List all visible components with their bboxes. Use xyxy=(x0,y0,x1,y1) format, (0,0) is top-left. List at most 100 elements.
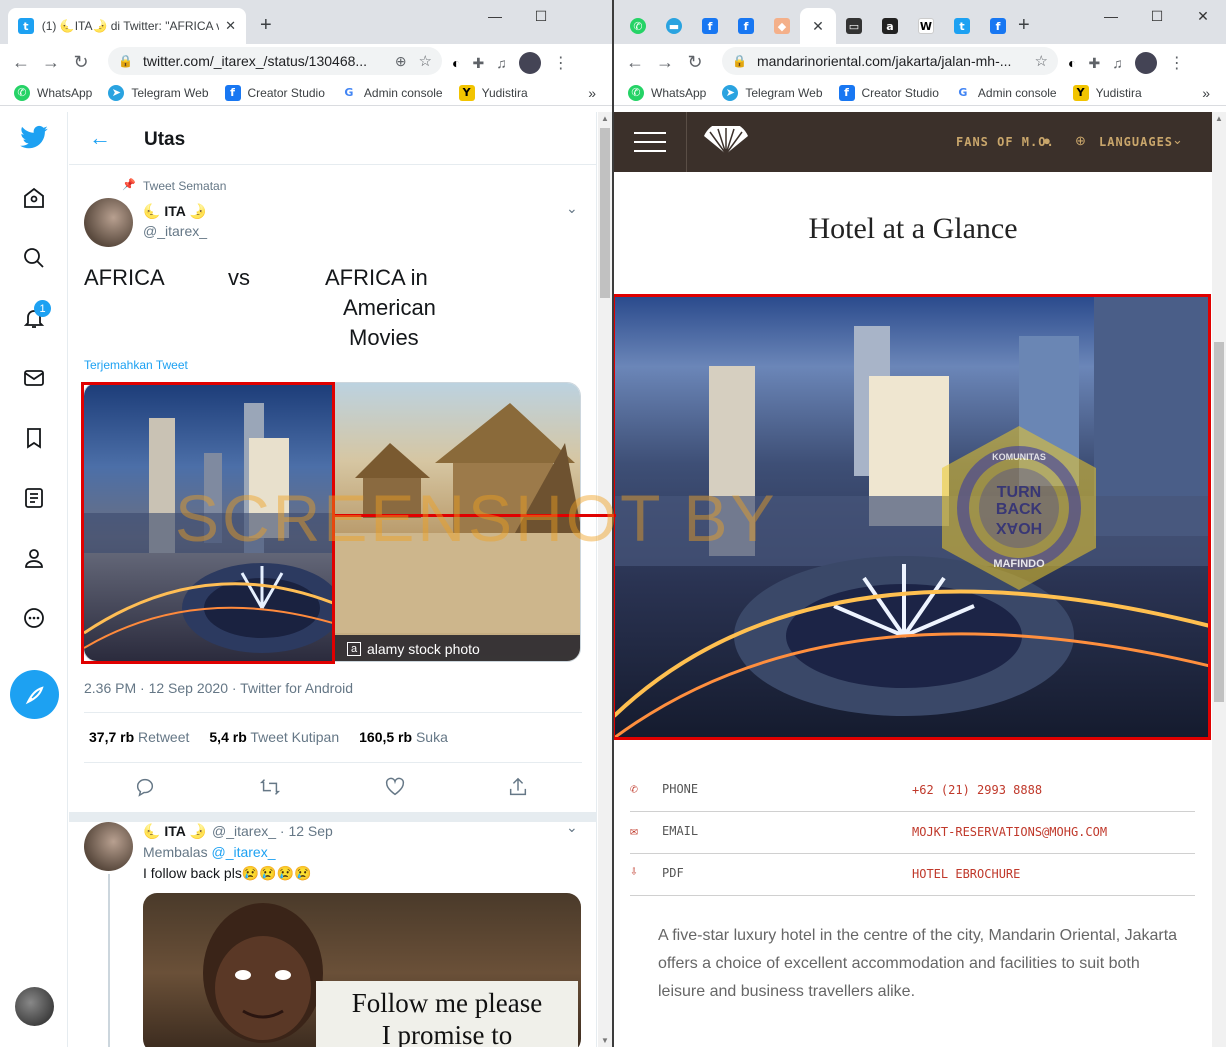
chevron-down-icon[interactable]: ⌄ xyxy=(566,819,578,836)
bookmark-admin-console[interactable]: G Admin console xyxy=(340,84,443,101)
bookmark-yudistira[interactable]: Y Yudistira xyxy=(1072,84,1142,101)
languages-link[interactable]: LANGUAGES xyxy=(1099,135,1173,149)
lists-icon[interactable] xyxy=(18,482,50,514)
reply-meme-image[interactable]: Follow me please I promise to xyxy=(143,893,581,1047)
translate-tweet-link[interactable]: Terjemahkan Tweet xyxy=(84,358,188,372)
bookmark-whatsapp[interactable]: ✆ WhatsApp xyxy=(14,84,92,101)
reload-icon[interactable]: ↻ xyxy=(680,52,710,73)
profile-avatar[interactable] xyxy=(1134,52,1157,74)
reply-author-avatar[interactable] xyxy=(84,822,133,871)
like-heart-icon[interactable] xyxy=(384,776,406,803)
bookmarks-overflow-icon[interactable]: » xyxy=(1202,85,1210,101)
quote-tweet-stat[interactable]: 5,4 rb Tweet Kutipan xyxy=(209,729,339,745)
twitter-logo-icon[interactable] xyxy=(18,122,50,154)
email-link[interactable]: MOJKT-RESERVATIONS@MOHG.COM xyxy=(912,825,1107,839)
forward-icon[interactable]: → xyxy=(36,52,66,73)
share-icon[interactable] xyxy=(507,776,529,803)
media-queue-icon[interactable]: ♫ xyxy=(1112,55,1123,71)
author-avatar[interactable] xyxy=(84,198,133,247)
mandarin-fan-logo-icon[interactable] xyxy=(702,121,750,161)
explore-search-icon[interactable] xyxy=(18,242,50,274)
globe-icon[interactable]: ⊕ xyxy=(1075,133,1086,149)
likes-stat[interactable]: 160,5 rb Suka xyxy=(359,729,448,745)
bookmark-admin-console[interactable]: G Admin console xyxy=(954,84,1057,101)
tab-facebook-1[interactable]: f xyxy=(692,8,728,44)
scroll-up-icon[interactable]: ▲ xyxy=(1215,114,1223,123)
bookmark-telegram[interactable]: ➤ Telegram Web xyxy=(108,84,209,101)
new-tab-button[interactable]: + xyxy=(260,14,272,37)
left-page-scrollbar[interactable]: ▲ ▼ xyxy=(598,112,612,1047)
more-options-icon[interactable] xyxy=(18,602,50,634)
close-tab-icon[interactable]: ✕ xyxy=(225,18,236,34)
ebrochure-link[interactable]: HOTEL EBROCHURE xyxy=(912,867,1020,881)
back-icon[interactable]: ← xyxy=(620,52,650,73)
minimize-icon[interactable]: — xyxy=(472,0,518,32)
tab-mandarin-fan[interactable]: ◆ xyxy=(764,8,800,44)
bookmark-telegram[interactable]: ➤ Telegram Web xyxy=(722,84,823,101)
bookmark-yudistira[interactable]: Y Yudistira xyxy=(458,84,528,101)
bookmark-star-icon[interactable]: ☆ xyxy=(1035,52,1048,70)
tab-twitter[interactable]: t xyxy=(944,8,980,44)
close-tab-icon[interactable]: ✕ xyxy=(812,18,824,35)
new-tab-button[interactable]: + xyxy=(1018,14,1030,37)
tab-facebook-2[interactable]: f xyxy=(728,8,764,44)
reply-icon[interactable] xyxy=(134,776,156,803)
scroll-up-icon[interactable]: ▲ xyxy=(601,114,609,123)
incognito-ext-icon[interactable]: ◐ xyxy=(452,55,460,71)
add-icon[interactable]: ⊕ xyxy=(395,53,407,70)
menu-dots-icon[interactable]: ⋮ xyxy=(1169,53,1185,73)
maximize-icon[interactable]: ☐ xyxy=(1134,0,1180,32)
tab-active-close[interactable]: ✕ xyxy=(800,8,836,44)
scrollbar-thumb[interactable] xyxy=(600,128,610,298)
reply-handle-date[interactable]: @_itarex_ · 12 Sep xyxy=(212,823,333,839)
bookmarks-overflow-icon[interactable]: » xyxy=(588,85,596,101)
menu-dots-icon[interactable]: ⋮ xyxy=(553,53,569,73)
author-handle[interactable]: @_itarex_ xyxy=(143,223,207,239)
back-arrow-icon[interactable]: ← xyxy=(89,125,111,151)
forward-icon[interactable]: → xyxy=(650,52,680,73)
phone-link[interactable]: +62 (21) 2993 8888 xyxy=(912,783,1042,797)
tab-messenger[interactable]: ▬ xyxy=(656,8,692,44)
tab-archive[interactable]: ▭ xyxy=(836,8,872,44)
bookmark-whatsapp[interactable]: ✆ WhatsApp xyxy=(628,84,706,101)
maximize-icon[interactable]: ☐ xyxy=(518,0,564,32)
address-bar[interactable]: 🔒 twitter.com/_itarex_/status/130468... … xyxy=(108,47,442,75)
account-avatar[interactable] xyxy=(15,987,54,1026)
chevron-down-icon[interactable]: ⌄ xyxy=(566,200,578,217)
tab-amazon[interactable]: a xyxy=(872,8,908,44)
scroll-down-icon[interactable]: ▼ xyxy=(601,1036,609,1045)
bookmark-star-icon[interactable]: ☆ xyxy=(419,52,432,70)
retweet-stat[interactable]: 37,7 rb Retweet xyxy=(89,729,189,745)
profile-icon[interactable] xyxy=(18,542,50,574)
minimize-icon[interactable]: — xyxy=(1088,0,1134,32)
reload-icon[interactable]: ↻ xyxy=(66,52,96,73)
extensions-puzzle-icon[interactable]: ✚ xyxy=(1088,55,1100,72)
profile-avatar[interactable] xyxy=(518,52,541,74)
bookmarks-icon[interactable] xyxy=(18,422,50,454)
chevron-down-icon[interactable]: ⌄ xyxy=(1172,132,1183,148)
compose-tweet-button[interactable] xyxy=(10,670,59,719)
bookmark-creator-studio[interactable]: f Creator Studio xyxy=(838,84,939,101)
fans-of-mo-link[interactable]: FANS OF M.O. xyxy=(956,135,1055,149)
tab-twitter[interactable]: t (1) 🌜ITA🌛 di Twitter: "AFRICA v ✕ xyxy=(8,8,246,44)
media-queue-icon[interactable]: ♫ xyxy=(496,55,507,71)
retweet-icon[interactable] xyxy=(259,776,281,803)
right-page-scrollbar[interactable]: ▲ xyxy=(1212,112,1226,1047)
close-window-icon[interactable]: ✕ xyxy=(1180,0,1226,32)
tab-whatsapp[interactable]: ✆ xyxy=(620,8,656,44)
tab-facebook-3[interactable]: f xyxy=(980,8,1016,44)
tweet-timestamp[interactable]: 2.36 PM · 12 Sep 2020 · Twitter for Andr… xyxy=(84,680,353,696)
notifications-bell-icon[interactable]: 1 xyxy=(18,300,51,334)
tab-wikipedia[interactable]: W xyxy=(908,8,944,44)
scrollbar-thumb[interactable] xyxy=(1214,342,1224,702)
incognito-ext-icon[interactable]: ◐ xyxy=(1068,55,1076,71)
replying-handle-link[interactable]: @_itarex_ xyxy=(211,844,275,860)
extensions-puzzle-icon[interactable]: ✚ xyxy=(472,55,484,72)
reply-author-name[interactable]: 🌜 ITA 🌛 xyxy=(143,823,207,840)
user-icon[interactable]: ● xyxy=(1043,133,1051,148)
address-bar[interactable]: 🔒 mandarinoriental.com/jakarta/jalan-mh-… xyxy=(722,47,1058,75)
author-name[interactable]: 🌜 ITA 🌛 xyxy=(143,203,207,220)
messages-mail-icon[interactable] xyxy=(18,362,50,394)
bookmark-creator-studio[interactable]: f Creator Studio xyxy=(224,84,325,101)
home-icon[interactable] xyxy=(18,182,50,214)
